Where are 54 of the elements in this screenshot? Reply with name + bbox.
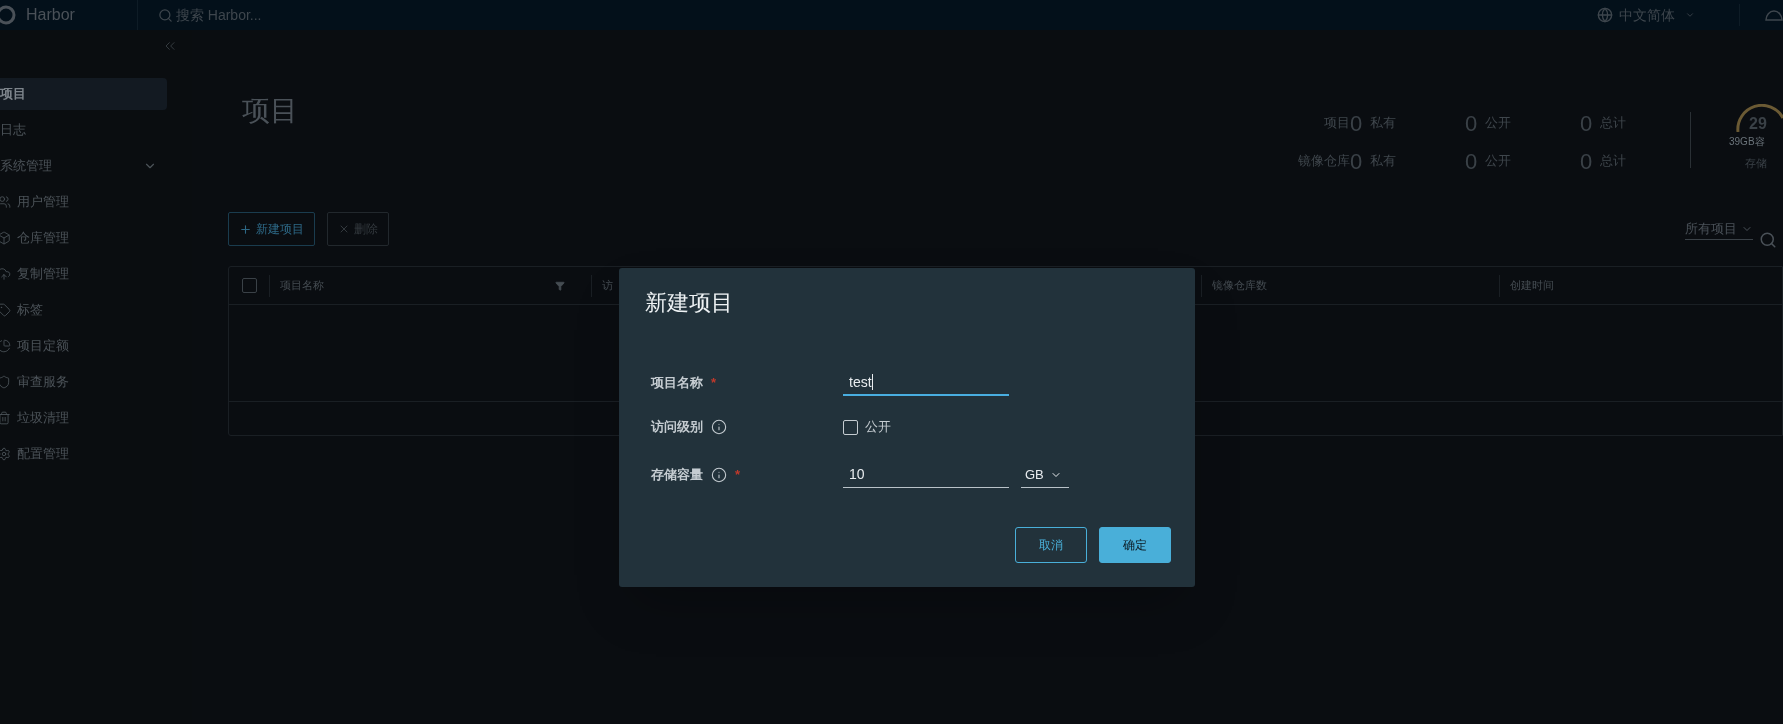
field-label: 存储容量: [651, 466, 703, 485]
search-icon[interactable]: [1759, 231, 1777, 249]
close-icon: [338, 223, 350, 235]
caret-icon: [1685, 10, 1695, 20]
plus-icon: [239, 222, 252, 236]
column-header[interactable]: 镜像仓库数: [1212, 277, 1267, 294]
quota-input[interactable]: 10: [843, 462, 1009, 488]
cloud-icon: [0, 267, 11, 281]
sidebar-item[interactable]: 垃圾清理: [0, 402, 167, 434]
search-field[interactable]: 搜索 Harbor...: [157, 4, 262, 26]
stat-caption: 公开: [1485, 152, 1512, 171]
users-icon: [0, 195, 11, 209]
checkbox[interactable]: [843, 419, 858, 435]
stat-caption: 私有: [1370, 114, 1397, 133]
checkbox-label: 公开: [865, 418, 891, 437]
storage-gauge-icon: [1735, 104, 1783, 132]
storage-caption: 39GB容: [1729, 135, 1765, 149]
sidebar-item[interactable]: 复制管理: [0, 258, 167, 290]
tag-icon: [0, 303, 11, 317]
pie-chart-icon: [0, 339, 11, 353]
confirm-button[interactable]: 确定: [1099, 527, 1171, 563]
project-filter-select[interactable]: 所有项目: [1685, 218, 1753, 240]
stat-caption: 私有: [1370, 152, 1397, 171]
new-project-button[interactable]: 新建项目: [228, 212, 315, 246]
stat-caption: 公开: [1485, 114, 1512, 133]
required-asterisk: *: [711, 374, 717, 393]
logo-icon: [0, 5, 16, 25]
trash-icon: [0, 411, 11, 425]
logo-text: Harbor: [26, 5, 75, 25]
sidebar-item[interactable]: 配置管理: [0, 438, 167, 470]
sidebar-item[interactable]: 仓库管理: [0, 222, 167, 254]
shield-icon: [0, 375, 11, 389]
globe-icon: [1597, 7, 1613, 23]
cancel-button[interactable]: 取消: [1015, 527, 1087, 563]
cube-icon: [0, 231, 11, 245]
filter-icon[interactable]: [555, 280, 565, 291]
column-header[interactable]: 访: [602, 277, 613, 294]
gear-icon: [0, 447, 11, 461]
sidebar-item[interactable]: 系统管理: [0, 150, 167, 182]
sidebar-item[interactable]: 审查服务: [0, 366, 167, 398]
field-label: 访问级别: [651, 418, 703, 437]
field-label: 项目名称: [651, 374, 703, 393]
select-all-checkbox[interactable]: [241, 278, 257, 293]
unit-select[interactable]: GB: [1021, 462, 1069, 488]
sidebar-item[interactable]: 标签: [0, 294, 167, 326]
sidebar-item[interactable]: 用户管理: [0, 186, 167, 218]
sidebar-item[interactable]: 项目: [0, 78, 167, 110]
sidebar-item[interactable]: 项目定额: [0, 330, 167, 362]
search-icon: [157, 7, 173, 23]
page-title: 项目: [242, 94, 298, 128]
required-asterisk: *: [735, 466, 741, 485]
dialog-title: 新建项目: [645, 289, 733, 317]
sidebar-item[interactable]: 日志: [0, 114, 167, 146]
text-input[interactable]: test: [843, 370, 1009, 396]
